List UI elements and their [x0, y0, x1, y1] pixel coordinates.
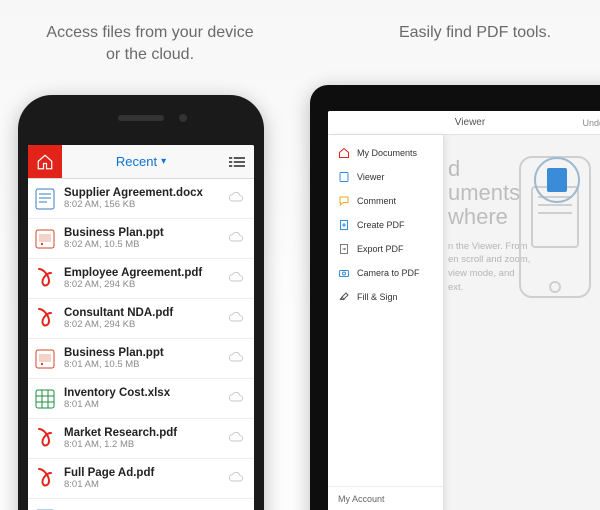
tablet-sidebar: My Documents Viewer Comment Create PDF Expor…: [328, 135, 444, 510]
file-subtitle: 8:01 AM, 10.5 MB: [64, 359, 220, 370]
file-meta: Employee Agreement.pdf8:02 AM, 294 KB: [64, 267, 220, 290]
list-view-icon: [229, 156, 245, 168]
tablet-frame: Viewer Undo d uments where n the Viewer.…: [310, 85, 600, 510]
file-meta: Business Plan.ppt8:02 AM, 10.5 MB: [64, 227, 220, 250]
phone-speaker: [118, 115, 164, 121]
sidebar-item-exportpdf[interactable]: Export PDF: [328, 237, 443, 261]
sidebar-item-comment[interactable]: Comment: [328, 189, 443, 213]
file-subtitle: 8:01 AM: [64, 479, 220, 490]
caption-right: Easily find PDF tools.: [385, 22, 565, 44]
file-row[interactable]: Business Plan.ppt8:02 AM, 10.5 MB: [28, 219, 254, 259]
file-row[interactable]: Magazine Article.jpg: [28, 499, 254, 510]
pdf-file-icon: [34, 426, 56, 452]
file-name: Consultant NDA.pdf: [64, 307, 220, 319]
cloud-icon: [228, 310, 246, 328]
hero-area: d uments where n the Viewer. From en scr…: [448, 157, 600, 510]
ppt-file-icon: [34, 346, 56, 372]
file-name: Inventory Cost.xlsx: [64, 387, 220, 399]
comment-icon: [338, 195, 350, 207]
exportpdf-icon: [338, 243, 350, 255]
file-name: Business Plan.ppt: [64, 347, 220, 359]
sidebar-item-label: Viewer: [357, 172, 384, 182]
cloud-icon: [228, 190, 246, 208]
tablet-topbar: Viewer Undo: [328, 111, 600, 135]
file-row[interactable]: Inventory Cost.xlsx8:01 AM: [28, 379, 254, 419]
file-meta: Full Page Ad.pdf8:01 AM: [64, 467, 220, 490]
file-name: Employee Agreement.pdf: [64, 267, 220, 279]
sidebar-item-home[interactable]: My Documents: [328, 141, 443, 165]
sidebar-item-label: Comment: [357, 196, 396, 206]
phone-header: Recent ▾: [28, 145, 254, 179]
file-subtitle: 8:01 AM: [64, 399, 220, 410]
tablet-body: d uments where n the Viewer. From en scr…: [328, 135, 600, 510]
file-row[interactable]: Full Page Ad.pdf8:01 AM: [28, 459, 254, 499]
file-row[interactable]: Market Research.pdf8:01 AM, 1.2 MB: [28, 419, 254, 459]
sidebar-item-label: My Documents: [357, 148, 417, 158]
camera-icon: [338, 267, 350, 279]
file-meta: Business Plan.ppt8:01 AM, 10.5 MB: [64, 347, 220, 370]
phone-camera: [179, 114, 187, 122]
xlsx-file-icon: [34, 386, 56, 412]
pdf-file-icon: [34, 466, 56, 492]
sidebar-item-camera[interactable]: Camera to PDF: [328, 261, 443, 285]
home-button[interactable]: [28, 145, 62, 178]
phone-frame: Recent ▾ Supplier Agreement.docx8:02 AM,…: [18, 95, 264, 510]
home-icon: [338, 147, 350, 159]
file-meta: Supplier Agreement.docx8:02 AM, 156 KB: [64, 187, 220, 210]
home-icon: [36, 153, 54, 171]
file-subtitle: 8:02 AM, 156 KB: [64, 199, 220, 210]
sidebar-item-viewer[interactable]: Viewer: [328, 165, 443, 189]
cloud-icon: [228, 230, 246, 248]
file-meta: Market Research.pdf8:01 AM, 1.2 MB: [64, 427, 220, 450]
sidebar-footer-label: My Account: [338, 494, 385, 504]
file-name: Business Plan.ppt: [64, 227, 220, 239]
recent-label: Recent: [116, 154, 157, 169]
sidebar-item-label: Export PDF: [357, 244, 404, 254]
recent-dropdown[interactable]: Recent ▾: [62, 145, 220, 178]
jpg-file-icon: [34, 506, 56, 510]
caption-left: Access files from your device or the clo…: [40, 22, 260, 65]
cloud-icon: [228, 430, 246, 448]
undo-button[interactable]: Undo: [582, 111, 600, 135]
file-name: Full Page Ad.pdf: [64, 467, 220, 479]
hero-highlight-circle: [534, 157, 580, 203]
file-row[interactable]: Consultant NDA.pdf8:02 AM, 294 KB: [28, 299, 254, 339]
file-name: Supplier Agreement.docx: [64, 187, 220, 199]
pdf-file-icon: [34, 306, 56, 332]
sidebar-item-fillsign[interactable]: Fill & Sign: [328, 285, 443, 309]
file-subtitle: 8:02 AM, 294 KB: [64, 279, 220, 290]
sidebar-item-label: Camera to PDF: [357, 268, 420, 278]
file-subtitle: 8:01 AM, 1.2 MB: [64, 439, 220, 450]
sidebar-footer-item[interactable]: My Account: [328, 487, 443, 510]
createpdf-icon: [338, 219, 350, 231]
file-meta: Inventory Cost.xlsx8:01 AM: [64, 387, 220, 410]
ppt-file-icon: [34, 226, 56, 252]
tablet-title: Viewer: [455, 117, 485, 128]
docx-file-icon: [34, 186, 56, 212]
viewer-icon: [338, 171, 350, 183]
cloud-icon: [228, 270, 246, 288]
file-row[interactable]: Supplier Agreement.docx8:02 AM, 156 KB: [28, 179, 254, 219]
cloud-icon: [228, 390, 246, 408]
file-subtitle: 8:02 AM, 10.5 MB: [64, 239, 220, 250]
file-list[interactable]: Supplier Agreement.docx8:02 AM, 156 KB Bu…: [28, 179, 254, 510]
cloud-icon: [228, 350, 246, 368]
tablet-screen: Viewer Undo d uments where n the Viewer.…: [328, 111, 600, 510]
file-meta: Consultant NDA.pdf8:02 AM, 294 KB: [64, 307, 220, 330]
file-row[interactable]: Business Plan.ppt8:01 AM, 10.5 MB: [28, 339, 254, 379]
sidebar-item-createpdf[interactable]: Create PDF: [328, 213, 443, 237]
file-row[interactable]: Employee Agreement.pdf8:02 AM, 294 KB: [28, 259, 254, 299]
file-subtitle: 8:02 AM, 294 KB: [64, 319, 220, 330]
fillsign-icon: [338, 291, 350, 303]
view-mode-button[interactable]: [220, 145, 254, 178]
pdf-file-icon: [34, 266, 56, 292]
phone-screen: Recent ▾ Supplier Agreement.docx8:02 AM,…: [28, 145, 254, 510]
file-name: Market Research.pdf: [64, 427, 220, 439]
chevron-down-icon: ▾: [161, 156, 166, 167]
stage: Access files from your device or the clo…: [0, 0, 600, 510]
sidebar-item-label: Fill & Sign: [357, 292, 398, 302]
sidebar-item-label: Create PDF: [357, 220, 405, 230]
document-icon: [547, 168, 567, 192]
cloud-icon: [228, 470, 246, 488]
